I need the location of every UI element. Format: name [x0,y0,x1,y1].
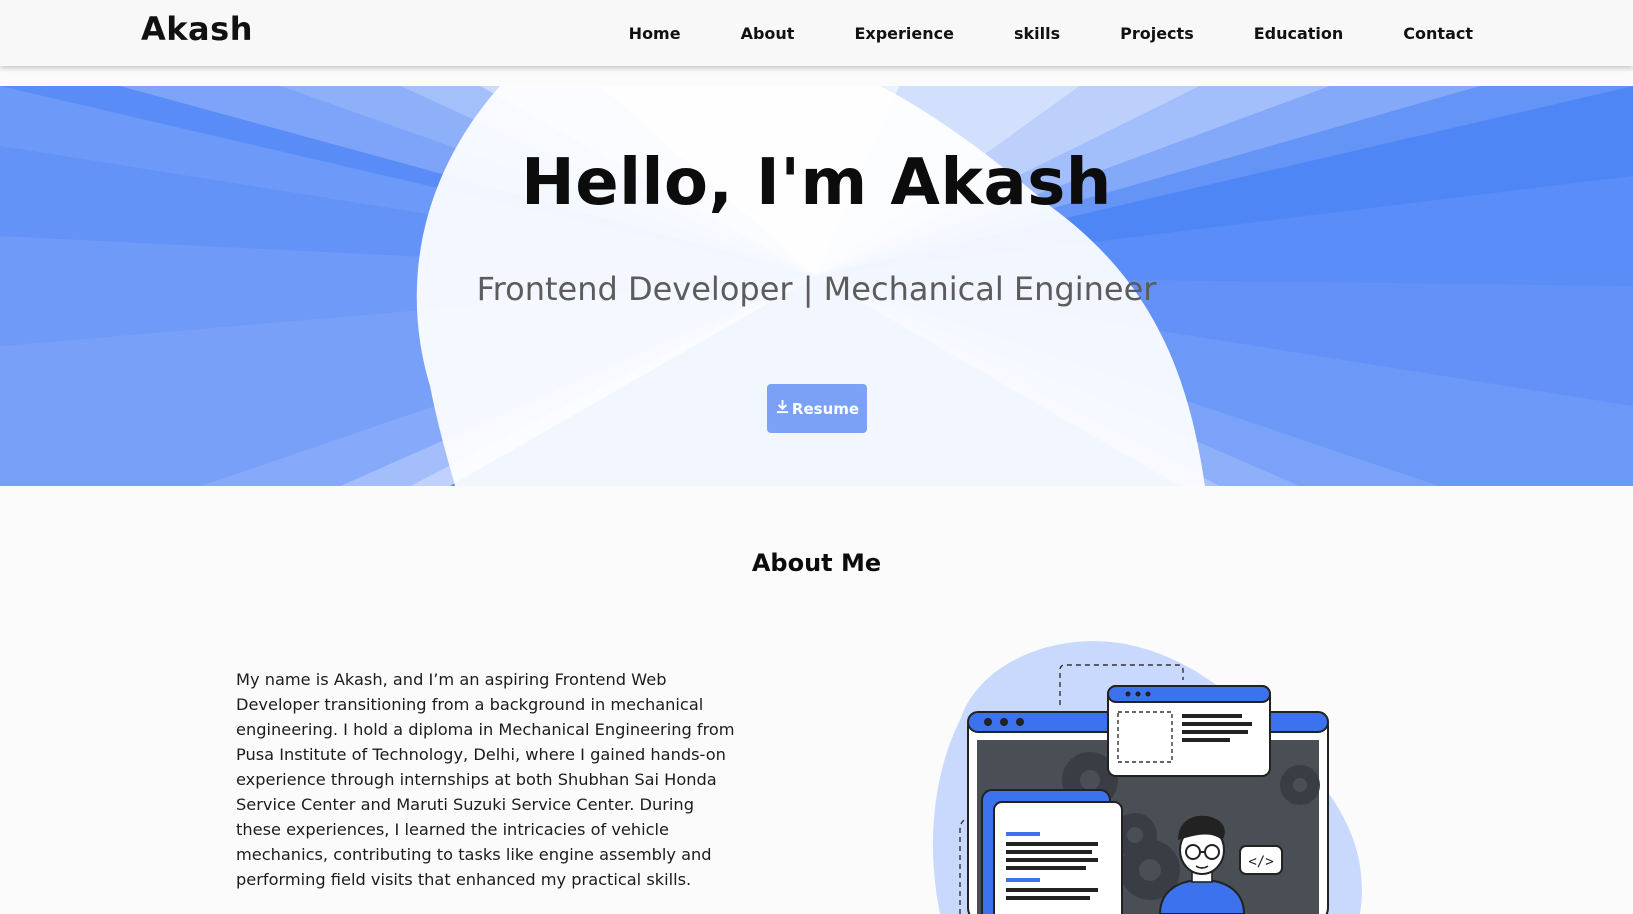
nav-experience[interactable]: Experience [824,24,984,43]
developer-illustration: </> [932,641,1362,914]
svg-text:</>: </> [1248,854,1273,870]
hero-title: Hello, I'm Akash [521,146,1112,220]
nav-education[interactable]: Education [1224,24,1374,43]
about-heading: About Me [751,549,882,577]
nav-projects[interactable]: Projects [1090,24,1224,43]
nav-home[interactable]: Home [599,24,711,43]
download-icon [775,399,790,418]
hero-section: Hello, I'm Akash Frontend Developer | Me… [0,86,1633,486]
nav-about[interactable]: About [711,24,825,43]
resume-button[interactable]: Resume [767,384,867,433]
nav-skills[interactable]: skills [984,24,1090,43]
nav-links: Home About Experience skills Projects Ed… [599,0,1503,66]
brand-logo[interactable]: Akash [141,10,253,48]
nav-contact[interactable]: Contact [1373,24,1503,43]
resume-label: Resume [791,399,860,418]
about-text: My name is Akash, and I’m an aspiring Fr… [236,670,735,889]
navbar: Akash Home About Experience skills Proje… [0,0,1633,66]
hero-subtitle: Frontend Developer | Mechanical Engineer [476,270,1157,308]
